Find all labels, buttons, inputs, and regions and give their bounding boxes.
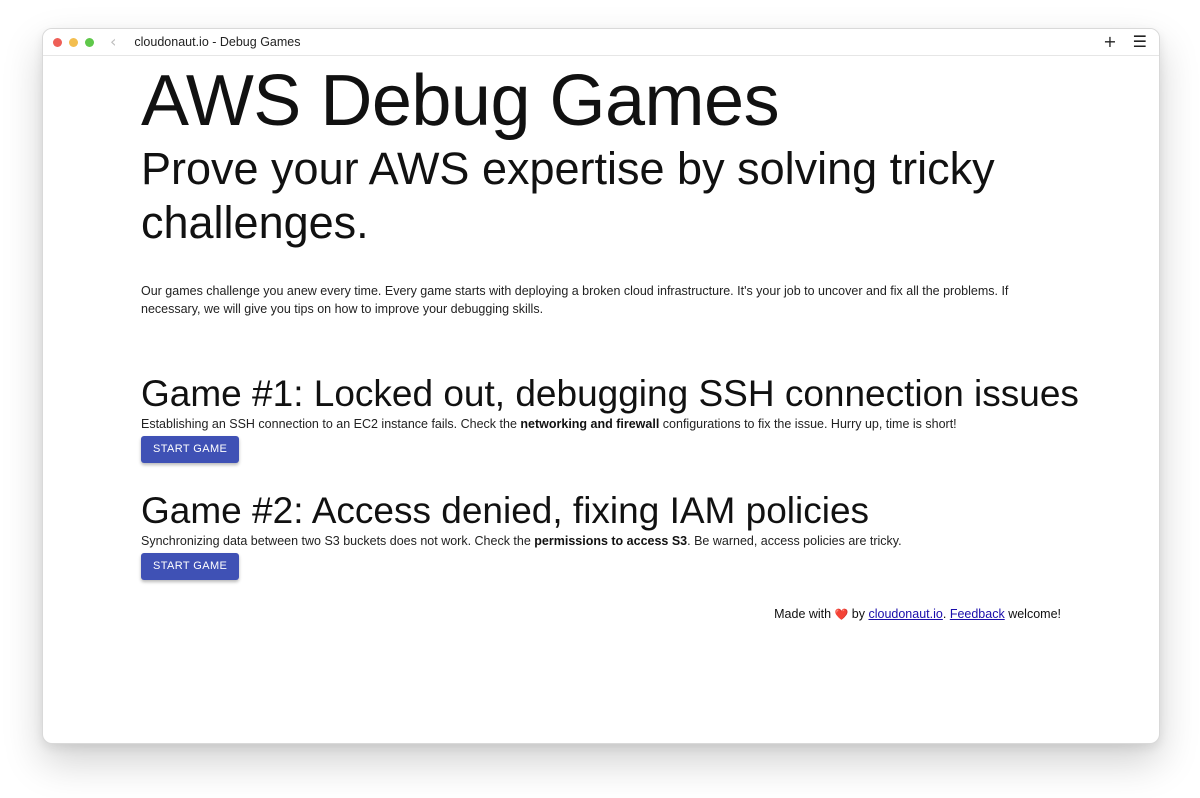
intro-paragraph: Our games challenge you anew every time.…: [141, 284, 1009, 316]
browser-window: ‹ cloudonaut.io - Debug Games + ☰ AWS De…: [42, 28, 1160, 744]
footer-text: .: [942, 607, 947, 621]
game-description: Synchronizing data between two S3 bucket…: [141, 534, 902, 548]
feedback-link[interactable]: Feedback: [950, 607, 1005, 621]
game-card-2: Game #2: Access denied, fixing IAM polic…: [141, 490, 902, 580]
footer-text: Made with: [774, 607, 832, 621]
minimize-window-button[interactable]: [69, 37, 78, 47]
game-description: Establishing an SSH connection to an EC2…: [141, 417, 957, 431]
close-window-button[interactable]: [53, 37, 62, 47]
page-title: AWS Debug Games: [141, 61, 780, 141]
plus-icon[interactable]: +: [1103, 34, 1116, 50]
cloudonaut-link[interactable]: cloudonaut.io: [868, 607, 942, 621]
heart-icon: ❤️: [834, 608, 849, 621]
game-card-1: Game #1: Locked out, debugging SSH conne…: [141, 373, 1079, 463]
game-title: Game #1: Locked out, debugging SSH conne…: [141, 373, 1079, 414]
window-controls: [53, 37, 94, 47]
footer-text: by: [851, 607, 865, 621]
footer-text: welcome!: [1008, 607, 1061, 621]
page-content: AWS Debug Games Prove your AWS expertise…: [141, 56, 1079, 580]
start-game-button[interactable]: START GAME: [141, 553, 240, 580]
window-title: cloudonaut.io - Debug Games: [134, 35, 301, 49]
hamburger-menu-icon[interactable]: ☰: [1133, 34, 1147, 50]
page-subtitle: Prove your AWS expertise by solving tric…: [141, 143, 995, 248]
title-bar: ‹ cloudonaut.io - Debug Games + ☰: [43, 29, 1159, 56]
footer: Made with ❤️ by cloudonaut.io. Feedback …: [774, 607, 1061, 621]
maximize-window-button[interactable]: [85, 37, 94, 47]
chevron-left-icon[interactable]: ‹: [110, 34, 116, 50]
start-game-button[interactable]: START GAME: [141, 436, 240, 463]
game-title: Game #2: Access denied, fixing IAM polic…: [141, 490, 870, 531]
